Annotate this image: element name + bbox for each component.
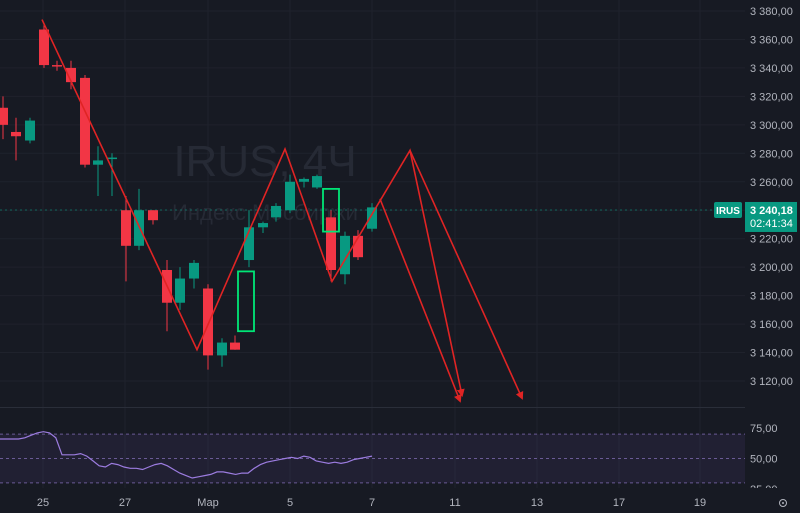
time-tick-label: 25 bbox=[37, 497, 49, 509]
candle[interactable] bbox=[203, 284, 213, 370]
price-tag-value: 3 240,18 bbox=[750, 205, 793, 217]
candle[interactable] bbox=[175, 267, 185, 310]
candle-body bbox=[367, 207, 377, 229]
price-tick-label: 3 300,00 bbox=[750, 120, 793, 132]
candle[interactable] bbox=[312, 174, 322, 189]
candle-body bbox=[217, 342, 227, 356]
oscillator-axis: 75,0050,0025,00 bbox=[750, 423, 778, 496]
grid-lines bbox=[0, 0, 745, 488]
candle-body bbox=[0, 107, 8, 125]
candle-body bbox=[39, 29, 49, 66]
candle[interactable] bbox=[340, 231, 350, 285]
candle-series[interactable] bbox=[0, 25, 377, 370]
time-tick-label: Мар bbox=[197, 497, 219, 509]
candle-body bbox=[326, 217, 336, 270]
price-tick-label: 3 360,00 bbox=[750, 34, 793, 46]
candle-body bbox=[148, 210, 158, 221]
candle[interactable] bbox=[258, 221, 268, 233]
candle-body bbox=[271, 205, 281, 218]
price-tick-label: 3 140,00 bbox=[750, 348, 793, 360]
price-tick-label: 3 200,00 bbox=[750, 262, 793, 274]
candle[interactable] bbox=[217, 338, 227, 367]
time-tick-label: 7 bbox=[369, 497, 375, 509]
price-tag-countdown: 02:41:34 bbox=[750, 218, 793, 230]
time-tick-label: 17 bbox=[613, 497, 625, 509]
candle-body bbox=[93, 160, 103, 165]
time-tick-label: 11 bbox=[449, 497, 460, 509]
last-price-label[interactable]: IRUS 3 240,18 02:41:34 bbox=[714, 201, 797, 232]
price-tick-label: 3 280,00 bbox=[750, 148, 793, 160]
time-tick-label: 19 bbox=[694, 497, 706, 509]
watermark-symbol: IRUS, 4Ч bbox=[173, 137, 356, 186]
candle[interactable] bbox=[25, 117, 35, 144]
price-tick-label: 3 260,00 bbox=[750, 177, 793, 189]
candle-body bbox=[203, 288, 213, 356]
candle-body bbox=[285, 181, 295, 211]
candle-body bbox=[175, 278, 185, 303]
candle-body bbox=[80, 77, 90, 165]
candle-body bbox=[11, 131, 21, 137]
candle[interactable] bbox=[52, 60, 62, 71]
price-tick-label: 3 120,00 bbox=[750, 376, 793, 388]
candle-body bbox=[107, 157, 117, 160]
price-tick-label: 3 380,00 bbox=[750, 6, 793, 18]
candle[interactable] bbox=[80, 75, 90, 168]
time-tick-label: 5 bbox=[287, 497, 293, 509]
candle-body bbox=[299, 178, 309, 182]
oscillator-tick-label: 50,00 bbox=[750, 454, 778, 466]
highlight-box[interactable] bbox=[237, 270, 255, 333]
candle-body bbox=[312, 176, 322, 188]
candle-body bbox=[52, 65, 62, 67]
forecast-arrow[interactable] bbox=[379, 198, 462, 403]
candle-body bbox=[258, 223, 268, 228]
indicator-pane-separator bbox=[0, 407, 745, 408]
candle-body bbox=[121, 210, 131, 246]
candle[interactable] bbox=[162, 260, 172, 332]
price-tick-label: 3 320,00 bbox=[750, 91, 793, 103]
candle[interactable] bbox=[148, 210, 158, 225]
watermark: IRUS, 4Ч Индекс Мосбиржи bbox=[172, 137, 358, 225]
candle[interactable] bbox=[189, 260, 199, 289]
candle[interactable] bbox=[0, 96, 8, 140]
price-tick-label: 3 180,00 bbox=[750, 291, 793, 303]
price-tick-label: 3 160,00 bbox=[750, 319, 793, 331]
candle-body bbox=[25, 120, 35, 141]
oscillator-tick-label: 75,00 bbox=[750, 423, 778, 435]
time-tick-label: 27 bbox=[119, 497, 131, 509]
forecast-arrow[interactable] bbox=[409, 150, 524, 400]
price-tick-label: 3 220,00 bbox=[750, 234, 793, 246]
chart-canvas[interactable]: IRUS, 4Ч Индекс Мосбиржи 3 380,00 3 360,0… bbox=[0, 0, 800, 513]
candle-body bbox=[189, 262, 199, 279]
price-tick-label: 3 340,00 bbox=[750, 63, 793, 75]
candle[interactable] bbox=[121, 196, 131, 282]
time-tick-label: 13 bbox=[531, 497, 543, 509]
candle-body bbox=[230, 342, 240, 350]
candle[interactable] bbox=[11, 117, 21, 161]
symbol-tag-text: IRUS bbox=[716, 206, 740, 217]
candle[interactable] bbox=[230, 335, 240, 350]
